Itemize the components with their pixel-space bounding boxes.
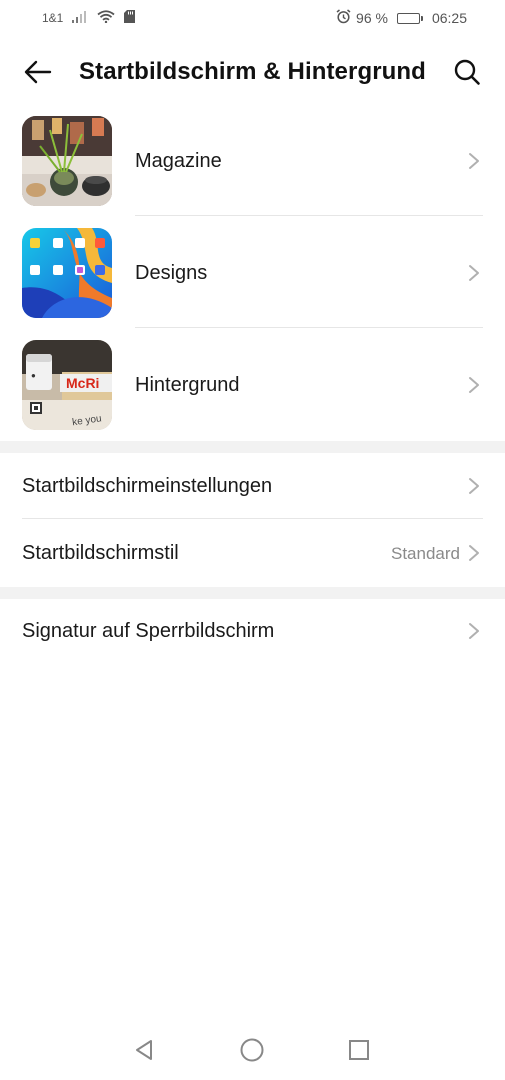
chevron-right-icon: [469, 265, 479, 281]
chevron-right-icon: [469, 623, 479, 639]
list-item-label: Hintergrund: [135, 374, 240, 396]
list-item-designs[interactable]: Designs: [0, 216, 505, 328]
list-item-label: Startbildschirmeinstellungen: [22, 475, 273, 497]
chevron-right-icon: [469, 545, 479, 561]
divider: [22, 518, 483, 519]
nav-home-button[interactable]: [236, 1034, 268, 1066]
list-item-label: Designs: [135, 262, 208, 284]
list-item-signatur[interactable]: Signatur auf Sperrbildschirm: [0, 598, 505, 664]
clock: 06:25: [431, 10, 467, 26]
triangle-back-icon: [136, 1040, 152, 1060]
back-button[interactable]: [20, 56, 56, 88]
list-item-label: Magazine: [135, 150, 222, 172]
chevron-right-icon: [469, 153, 479, 169]
status-right: 96 % 06:25: [336, 9, 467, 27]
search-button[interactable]: [449, 56, 485, 88]
hintergrund-thumbnail: McRi ● ke you: [22, 340, 112, 430]
circle-home-icon: [240, 1038, 264, 1062]
arrow-left-icon: [24, 60, 52, 84]
search-icon: [454, 59, 480, 85]
magazine-thumbnail: [22, 116, 112, 206]
system-navigation-bar: [0, 1020, 505, 1080]
section-separator: [0, 441, 505, 453]
nav-back-button[interactable]: [128, 1034, 160, 1066]
list-item-hintergrund[interactable]: McRi ● ke you Hintergrund: [0, 328, 505, 440]
status-bar: 1&1 96 % 06:25: [0, 0, 505, 38]
list-item-magazine[interactable]: Magazine: [0, 104, 505, 216]
personalization-list: Magazine Designs McRi ● ke you Hintergru…: [0, 104, 505, 440]
sd-card-icon: [124, 10, 136, 26]
designs-thumbnail: [22, 228, 112, 318]
signal-icon: [72, 10, 88, 26]
carrier-label: 1&1: [42, 11, 64, 25]
chevron-right-icon: [469, 377, 479, 393]
page-title: Startbildschirm & Hintergrund: [79, 58, 426, 85]
list-item-startbildschirmeinstellungen[interactable]: Startbildschirmeinstellungen: [0, 453, 505, 519]
square-recents-icon: [349, 1040, 369, 1060]
alarm-icon: [336, 9, 351, 27]
nav-recents-button[interactable]: [343, 1034, 375, 1066]
wifi-icon: [97, 10, 115, 26]
chevron-right-icon: [469, 478, 479, 494]
svg-text:●: ●: [31, 371, 36, 380]
list-item-startbildschirmstil[interactable]: Startbildschirmstil Standard: [0, 520, 505, 586]
battery-icon: [396, 12, 423, 24]
list-item-label: Signatur auf Sperrbildschirm: [22, 620, 275, 642]
app-header: Startbildschirm & Hintergrund: [0, 44, 505, 100]
thumbnail-mcd-text: McRi: [66, 375, 99, 391]
battery-percent: 96 %: [356, 10, 388, 26]
list-item-value: Standard: [391, 544, 460, 563]
status-left: 1&1: [42, 10, 136, 26]
list-item-label: Startbildschirmstil: [22, 542, 179, 564]
